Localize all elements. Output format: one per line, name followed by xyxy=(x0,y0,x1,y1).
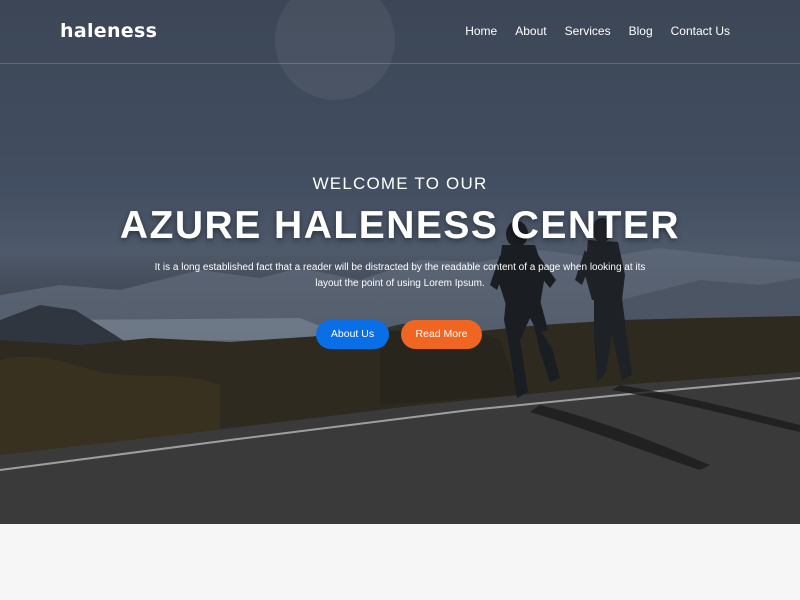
top-navbar: haleness Home About Services Blog Contac… xyxy=(0,0,800,64)
main-nav: Home About Services Blog Contact Us xyxy=(465,24,730,38)
brand-logo[interactable]: haleness xyxy=(60,20,157,42)
hero-description: It is a long established fact that a rea… xyxy=(154,262,646,289)
nav-item-blog[interactable]: Blog xyxy=(629,24,653,38)
hero-subtitle: WELCOME TO OUR xyxy=(312,174,488,193)
about-us-button[interactable]: About Us xyxy=(316,320,389,349)
hero-section: haleness Home About Services Blog Contac… xyxy=(0,0,800,524)
nav-item-contact-us[interactable]: Contact Us xyxy=(671,24,730,38)
read-more-button[interactable]: Read More xyxy=(401,320,482,349)
nav-item-about[interactable]: About xyxy=(515,24,546,38)
nav-item-home[interactable]: Home xyxy=(465,24,497,38)
hero-title: AZURE HALENESS CENTER xyxy=(119,204,681,247)
next-section xyxy=(0,524,800,600)
nav-item-services[interactable]: Services xyxy=(565,24,611,38)
